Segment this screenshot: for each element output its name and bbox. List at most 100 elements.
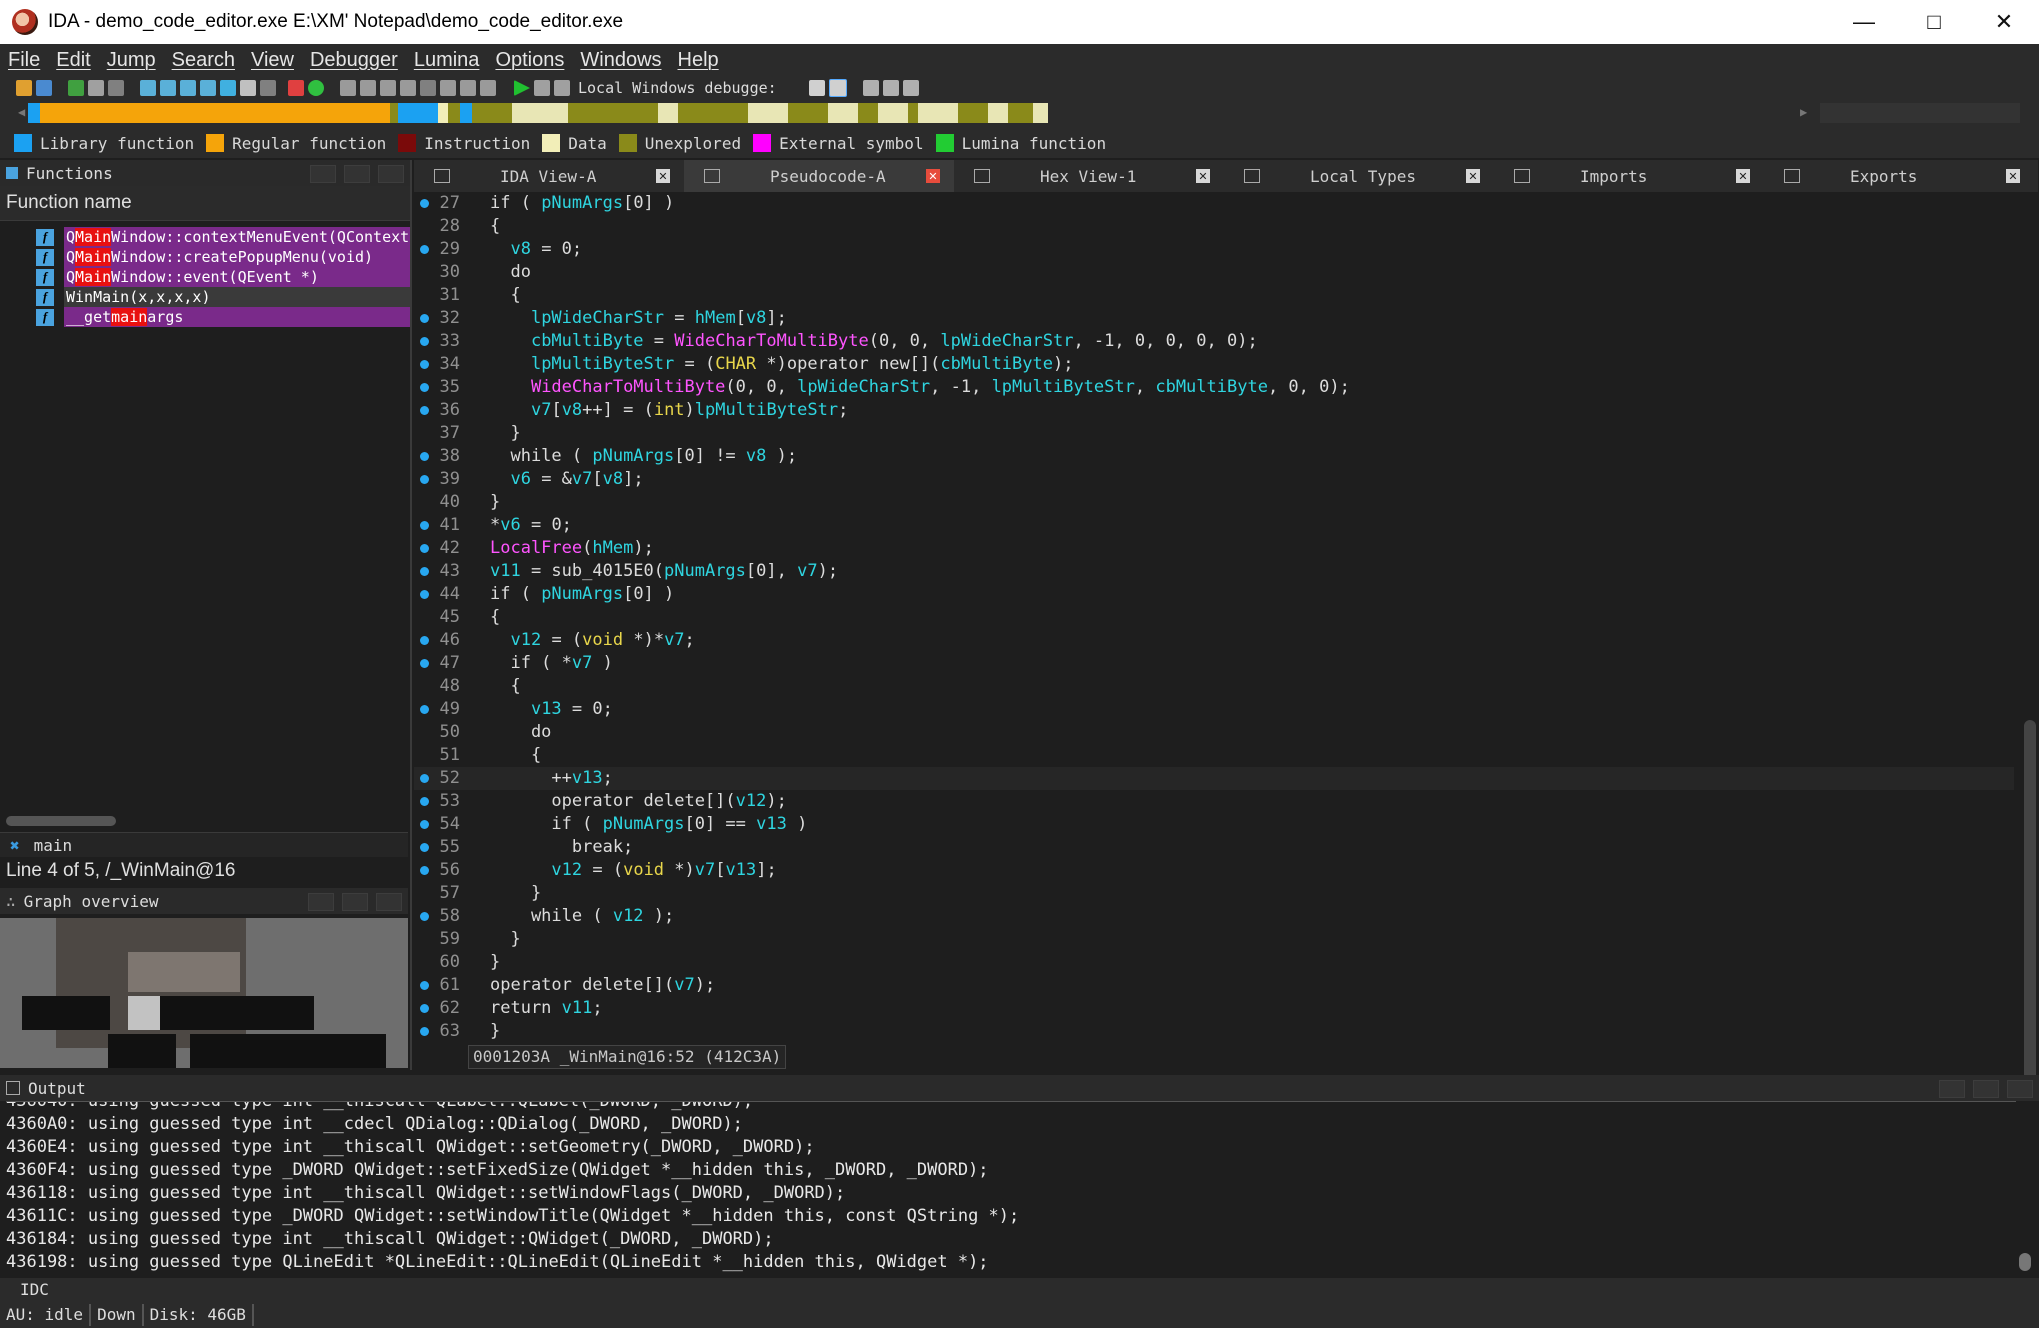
step-into-icon[interactable] xyxy=(882,80,899,96)
breakpoint-dot-icon[interactable] xyxy=(420,383,429,392)
stop-icon[interactable] xyxy=(554,80,570,96)
function-row-selected[interactable]: f WinMain(x,x,x,x) xyxy=(36,287,410,307)
code-line[interactable]: 54 if ( pNumArgs[0] == v13 ) xyxy=(414,813,2014,836)
menu-search[interactable]: Search xyxy=(164,49,243,72)
breakpoint-dot-icon[interactable] xyxy=(420,245,429,254)
function-row[interactable]: f QMainWindow::createPopupMenu(void) xyxy=(36,247,410,267)
code-line[interactable]: 47 if ( *v7 ) xyxy=(414,652,2014,675)
breakpoint-dot-icon[interactable] xyxy=(420,843,429,852)
process-icon[interactable] xyxy=(828,79,847,97)
code-line[interactable]: 55 break; xyxy=(414,836,2014,859)
code-line[interactable]: 28 { xyxy=(414,215,2014,238)
code-line[interactable]: 56 v12 = (void *)v7[v13]; xyxy=(414,859,2014,882)
search-icon[interactable] xyxy=(140,80,156,96)
code-line[interactable]: 37 } xyxy=(414,422,2014,445)
tab-close-icon[interactable]: ✕ xyxy=(656,169,670,183)
function-row[interactable]: f __getmainargs xyxy=(36,307,410,327)
dropdown-icon[interactable] xyxy=(260,80,276,96)
tab-close-icon[interactable]: ✕ xyxy=(926,169,940,183)
code-line[interactable]: 36 v7[v8++] = (int)lpMultiByteStr; xyxy=(414,399,2014,422)
tab-hex-view-1[interactable]: Hex View-1 ✕ xyxy=(954,160,1224,192)
menu-help[interactable]: Help xyxy=(670,49,727,72)
record-icon[interactable] xyxy=(308,80,324,96)
code-line[interactable]: 43 v11 = sub_4015E0(pNumArgs[0], v7); xyxy=(414,560,2014,583)
open-folder-icon[interactable] xyxy=(16,80,32,96)
code-line[interactable]: 49 v13 = 0; xyxy=(414,698,2014,721)
jump-icon[interactable] xyxy=(220,80,236,96)
code-line[interactable]: 33 cbMultiByte = WideCharToMultiByte(0, … xyxy=(414,330,2014,353)
function-row[interactable]: f QMainWindow::event(QEvent *) xyxy=(36,267,410,287)
horizontal-scrollbar[interactable] xyxy=(6,816,116,826)
panel-float-icon[interactable] xyxy=(1939,1080,1965,1098)
menu-jump[interactable]: Jump xyxy=(99,49,164,72)
graph-overview[interactable] xyxy=(0,918,408,1068)
tab-close-icon[interactable]: ✕ xyxy=(1466,169,1480,183)
breakpoint-icon[interactable] xyxy=(288,80,304,96)
undefine-icon[interactable] xyxy=(460,80,476,96)
code-line[interactable]: 29 v8 = 0; xyxy=(414,238,2014,261)
breakpoint-dot-icon[interactable] xyxy=(420,820,429,829)
step-over-icon[interactable] xyxy=(902,80,919,96)
breakpoint-dot-icon[interactable] xyxy=(420,314,429,323)
binary-search-icon[interactable] xyxy=(160,80,176,96)
code-line[interactable]: 59 } xyxy=(414,928,2014,951)
breakpoint-dot-icon[interactable] xyxy=(420,199,429,208)
output-scrollbar[interactable] xyxy=(2019,1253,2031,1271)
code-line[interactable]: 57 } xyxy=(414,882,2014,905)
save-icon[interactable] xyxy=(36,80,52,96)
debugger-select[interactable]: Local Windows debugge: xyxy=(578,79,777,97)
code-line[interactable]: 41 *v6 = 0; xyxy=(414,514,2014,537)
clear-filter-icon[interactable]: ✖ xyxy=(10,836,20,855)
breakpoint-dot-icon[interactable] xyxy=(420,636,429,645)
tab-ida-view-a[interactable]: IDA View-A ✕ xyxy=(414,160,684,192)
breakpoint-dot-icon[interactable] xyxy=(420,475,429,484)
breakpoint-dot-icon[interactable] xyxy=(420,1004,429,1013)
code-line[interactable]: 61 operator delete[](v7); xyxy=(414,974,2014,997)
tab-close-icon[interactable]: ✕ xyxy=(1196,169,1210,183)
code-line[interactable]: 46 v12 = (void *)*v7; xyxy=(414,629,2014,652)
maximize-icon[interactable]: □ xyxy=(1899,0,1969,44)
code-line[interactable]: 44 if ( pNumArgs[0] ) xyxy=(414,583,2014,606)
code-line[interactable]: 58 while ( v12 ); xyxy=(414,905,2014,928)
data-icon[interactable] xyxy=(360,80,376,96)
code-line[interactable]: 31 { xyxy=(414,284,2014,307)
code-icon[interactable] xyxy=(340,80,356,96)
panel-float-icon[interactable] xyxy=(308,893,334,911)
pseudocode-view[interactable]: 27 if ( pNumArgs[0] ) 28{29 v8 = 0; 30 do 31… xyxy=(414,192,2014,1050)
menu-debugger[interactable]: Debugger xyxy=(302,49,406,72)
code-line[interactable]: 39 v6 = &v7[v8]; xyxy=(414,468,2014,491)
panel-close-icon[interactable] xyxy=(2007,1080,2033,1098)
dropdown-icon[interactable] xyxy=(108,80,124,96)
idc-command-bar[interactable]: IDC xyxy=(0,1278,2039,1302)
breakpoint-dot-icon[interactable] xyxy=(420,567,429,576)
code-line[interactable]: 40} xyxy=(414,491,2014,514)
minimize-icon[interactable]: — xyxy=(1829,0,1899,44)
filter-input[interactable]: main xyxy=(34,836,73,855)
pause-icon[interactable] xyxy=(534,80,550,96)
breakpoint-dot-icon[interactable] xyxy=(420,981,429,990)
breakpoint-dot-icon[interactable] xyxy=(420,866,429,875)
trace-icon[interactable] xyxy=(808,80,825,96)
code-line[interactable]: 63} xyxy=(414,1020,2014,1043)
breakpoint-dot-icon[interactable] xyxy=(420,521,429,530)
code-line[interactable]: 32 lpWideCharStr = hMem[v8]; xyxy=(414,307,2014,330)
code-line[interactable]: 30 do xyxy=(414,261,2014,284)
tab-close-icon[interactable]: ✕ xyxy=(2006,169,2020,183)
breakpoint-dot-icon[interactable] xyxy=(420,452,429,461)
array-icon[interactable] xyxy=(440,80,456,96)
tab-exports[interactable]: Exports ✕ xyxy=(1764,160,2034,192)
hide-icon[interactable] xyxy=(480,80,496,96)
find-next-icon[interactable] xyxy=(200,80,216,96)
panel-close-icon[interactable] xyxy=(376,893,402,911)
tab-imports[interactable]: Imports ✕ xyxy=(1494,160,1764,192)
code-line[interactable]: 60} xyxy=(414,951,2014,974)
panel-restore-icon[interactable] xyxy=(342,893,368,911)
string-icon[interactable] xyxy=(240,80,256,96)
close-icon[interactable]: ✕ xyxy=(1969,0,2039,44)
code-line[interactable]: 35 WideCharToMultiByte(0, 0, lpWideCharS… xyxy=(414,376,2014,399)
breakpoint-dot-icon[interactable] xyxy=(420,797,429,806)
code-line[interactable]: 27 if ( pNumArgs[0] ) xyxy=(414,192,2014,215)
menu-windows[interactable]: Windows xyxy=(572,49,669,72)
breakpoint-dot-icon[interactable] xyxy=(420,544,429,553)
dropdown-icon[interactable] xyxy=(420,80,436,96)
